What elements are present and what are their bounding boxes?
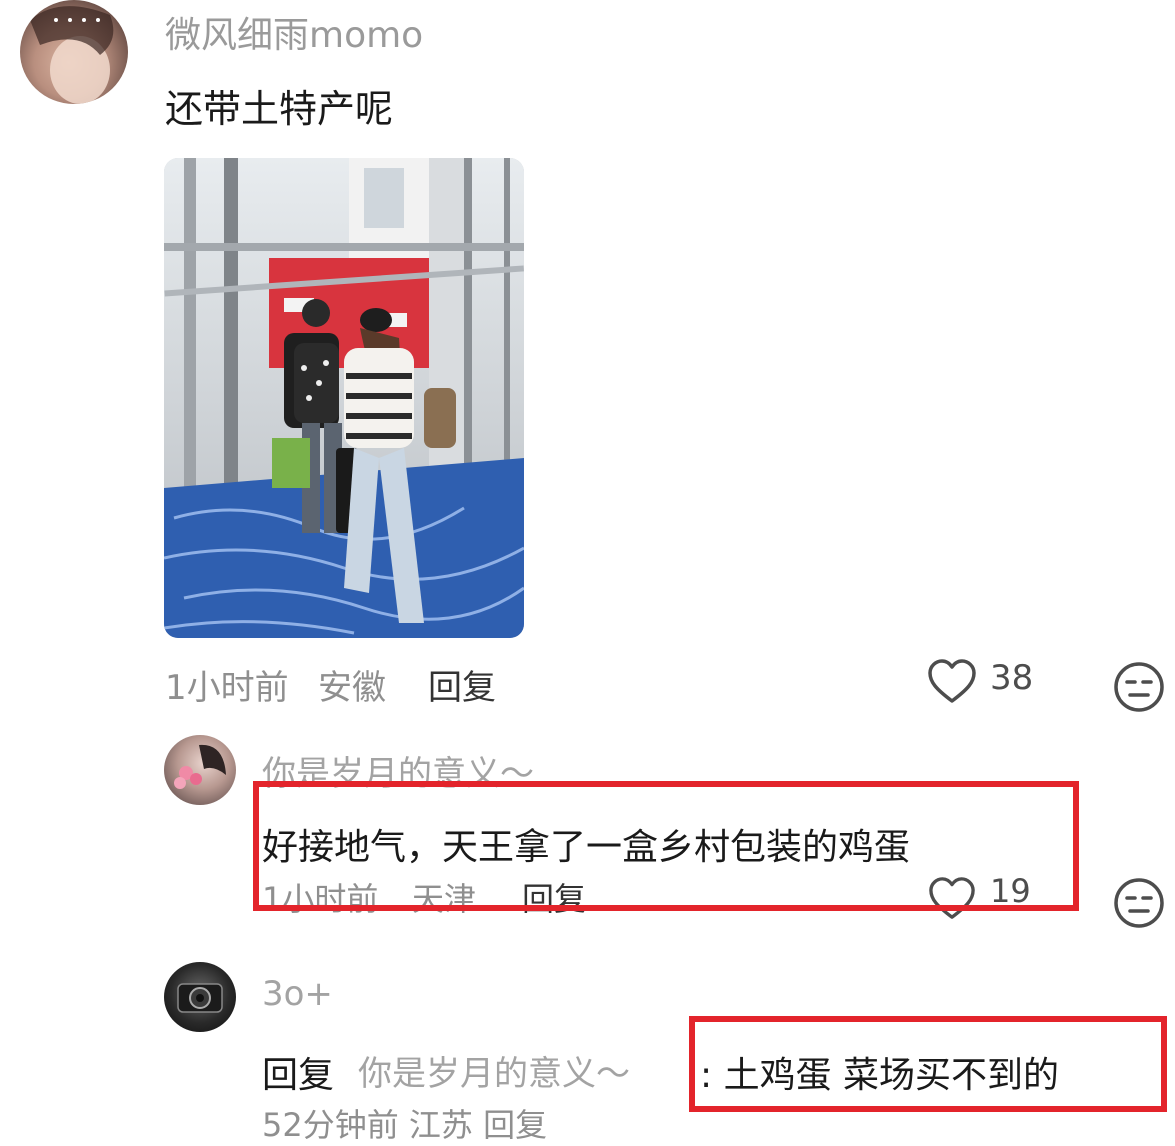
highlight-box-reply-1 <box>253 781 1079 911</box>
main-comment-like-button[interactable] <box>926 658 978 706</box>
main-comment-time: 1小时前 <box>165 668 289 708</box>
main-comment-text: 还带土特产呢 <box>165 87 394 131</box>
avatar-photo <box>177 983 223 1013</box>
avatar-reply-2[interactable] <box>164 962 236 1032</box>
emoji-icon <box>1114 878 1164 928</box>
main-comment-location: 安徽 <box>318 668 386 708</box>
main-comment-emoji-button[interactable] <box>1112 660 1166 714</box>
avatar-photo <box>30 6 114 104</box>
main-comment-like-count: 38 <box>990 658 1034 698</box>
airport-walkway-image <box>164 158 524 638</box>
comment-photo[interactable] <box>164 158 524 638</box>
reply-1-emoji-button[interactable] <box>1112 876 1166 930</box>
heart-icon <box>928 659 976 703</box>
avatar-photo <box>174 744 226 789</box>
main-comment-reply-button[interactable]: 回复 <box>428 660 496 709</box>
highlight-box-reply-2 <box>689 1016 1167 1112</box>
reply-2-reply-prefix[interactable]: 回复 <box>262 1046 334 1098</box>
avatar-main-commenter[interactable] <box>20 0 128 104</box>
reply-2-reply-target[interactable]: 你是岁月的意义～ <box>358 1046 630 1095</box>
emoji-icon <box>1114 662 1164 712</box>
avatar-reply-1[interactable] <box>164 735 236 805</box>
reply-2-username[interactable]: 3o+ <box>262 974 333 1014</box>
main-commenter-name[interactable]: 微风细雨momo <box>165 6 423 58</box>
reply-2-meta-partial: 52分钟前 江苏 回复 <box>262 1106 548 1144</box>
